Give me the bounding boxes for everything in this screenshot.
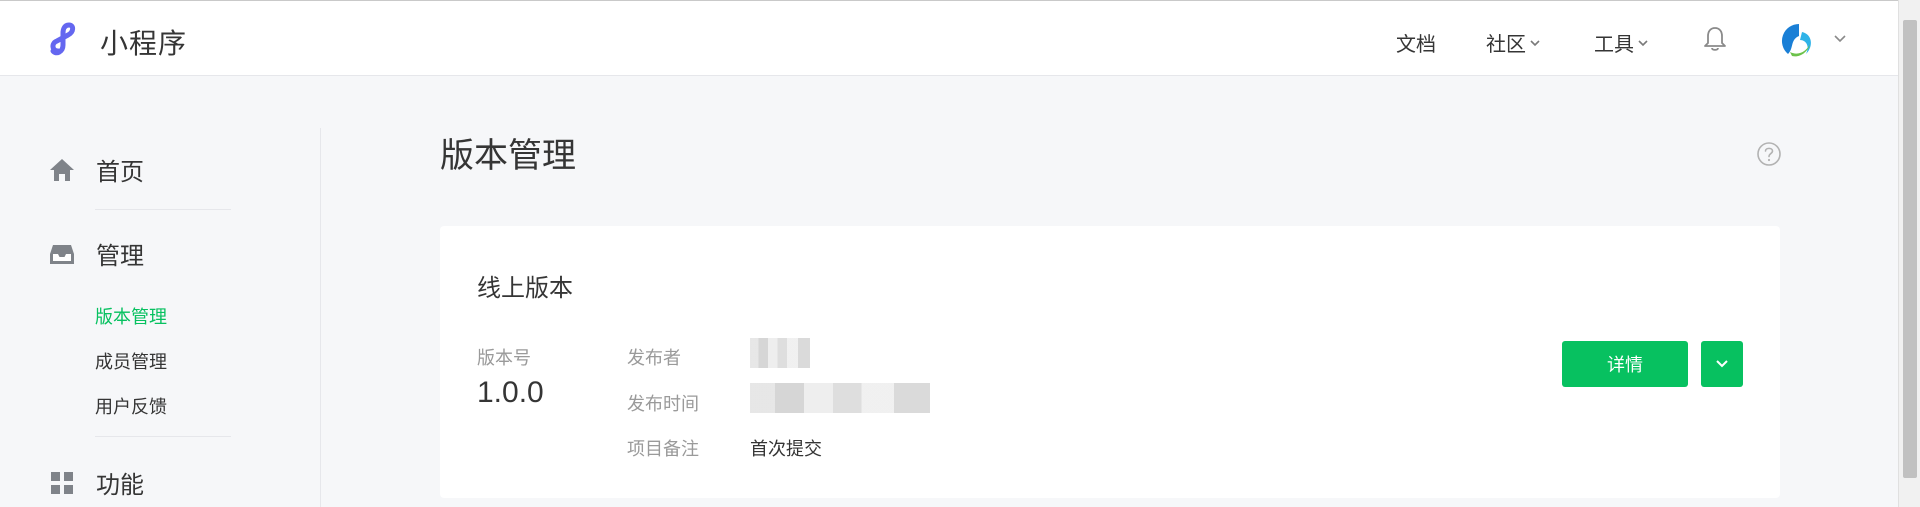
sidebar-divider <box>95 436 231 437</box>
sidebar-item-label: 功能 <box>96 472 144 499</box>
help-circle-icon[interactable] <box>1756 141 1782 167</box>
nav-docs-label: 文档 <box>1396 34 1436 56</box>
chevron-down-icon[interactable] <box>1832 31 1848 47</box>
sidebar-item-manage[interactable]: 管理 <box>48 236 144 271</box>
version-label: 版本号 <box>477 348 531 368</box>
sidebar-item-label: 首页 <box>96 159 144 186</box>
vertical-scrollbar[interactable] <box>1898 0 1920 507</box>
chevron-down-icon <box>1530 39 1540 46</box>
scrollbar-thumb[interactable] <box>1903 20 1917 478</box>
chevron-down-icon <box>1638 39 1648 46</box>
sidebar-item-label: 管理 <box>96 243 144 270</box>
publisher-value-redacted <box>750 338 810 368</box>
bell-icon[interactable] <box>1702 25 1728 53</box>
remark-value: 首次提交 <box>750 439 822 459</box>
inbox-icon <box>50 244 74 264</box>
publisher-label: 发布者 <box>627 348 681 368</box>
card-title: 线上版本 <box>477 275 573 302</box>
online-version-card: 线上版本 版本号 1.0.0 发布者 发布时间 项目备注 首次提交 详情 <box>440 226 1780 498</box>
detail-button[interactable]: 详情 <box>1562 341 1688 387</box>
page-title: 版本管理 <box>440 137 576 175</box>
chevron-down-icon <box>1716 360 1728 368</box>
more-actions-button[interactable] <box>1701 341 1743 387</box>
avatar[interactable] <box>1780 22 1818 60</box>
mini-program-logo-icon[interactable] <box>48 21 88 57</box>
nav-tools[interactable]: 工具 <box>1594 28 1650 57</box>
sidebar-item-home[interactable]: 首页 <box>48 152 144 187</box>
remark-label: 项目备注 <box>627 439 699 459</box>
sidebar-border <box>320 128 321 507</box>
nav-docs[interactable]: 文档 <box>1396 28 1436 57</box>
sidebar-subitem-user-feedback[interactable]: 用户反馈 <box>95 393 167 419</box>
nav-community-label: 社区 <box>1486 34 1526 56</box>
brand-name[interactable]: 小程序 <box>100 22 187 62</box>
version-value: 1.0.0 <box>477 376 544 409</box>
sidebar-subitem-version-management[interactable]: 版本管理 <box>95 303 167 329</box>
sidebar-item-features[interactable]: 功能 <box>48 465 144 500</box>
home-icon <box>50 158 74 181</box>
nav-community[interactable]: 社区 <box>1486 28 1542 57</box>
publish-time-value-redacted <box>750 383 930 413</box>
sidebar-divider <box>95 209 231 210</box>
nav-tools-label: 工具 <box>1594 34 1634 56</box>
grid-icon <box>51 471 73 494</box>
sidebar-subitem-member-management[interactable]: 成员管理 <box>95 348 167 374</box>
top-bar: 小程序 文档 社区 工具 <box>0 0 1898 76</box>
publish-time-label: 发布时间 <box>627 394 699 414</box>
